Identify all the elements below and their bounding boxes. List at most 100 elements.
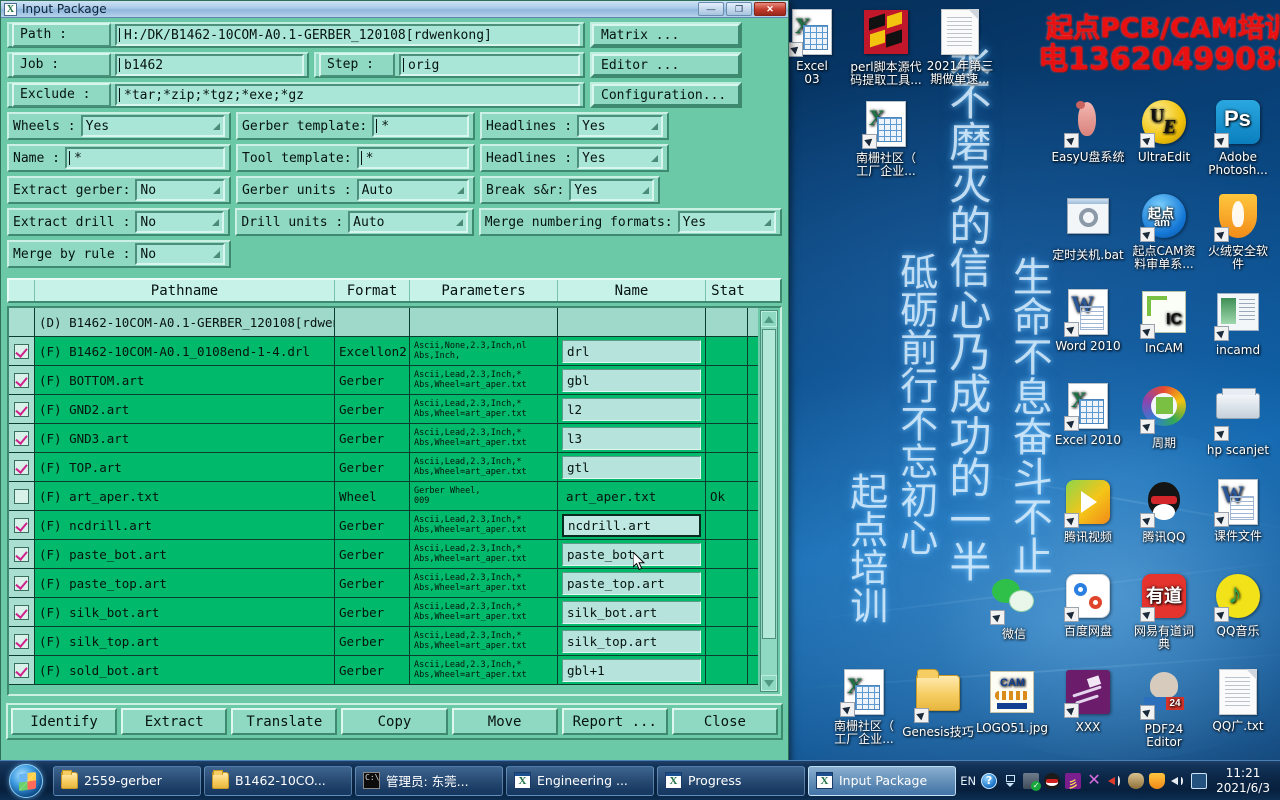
cell-pathname[interactable]: (F) B1462-10COM-A0.1_0108end-1-4.drl xyxy=(35,337,335,365)
desktop-icon[interactable]: U E UltraEdit xyxy=(1122,98,1206,164)
table-body-viewport[interactable]: (D) B1462-10COM-A0.1-GERBER_120108[rdwen… xyxy=(7,306,782,696)
cell-format[interactable] xyxy=(335,308,410,336)
huorong-security-icon[interactable] xyxy=(1149,772,1166,789)
taskbar-item[interactable]: 2559-gerber xyxy=(53,765,201,796)
drill-units-select[interactable]: Auto xyxy=(348,211,468,233)
column-header-name[interactable]: Name xyxy=(558,280,706,301)
cell-format[interactable]: Gerber xyxy=(335,424,410,452)
x-close-icon[interactable]: ✕ xyxy=(1086,771,1102,789)
tray-language-indicator[interactable]: EN xyxy=(960,774,976,788)
cell-pathname[interactable]: (F) silk_top.art xyxy=(35,627,335,655)
taskbar-item[interactable]: X Progress xyxy=(657,765,805,796)
extract-gerber-select[interactable]: No xyxy=(135,179,225,201)
column-header-parameters[interactable]: Parameters xyxy=(410,280,558,301)
cell-pathname[interactable]: (F) BOTTOM.art xyxy=(35,366,335,394)
table-row[interactable]: (F) sold_bot.art Gerber Ascii,Lead,2.3,Inc… xyxy=(9,656,758,685)
name-input[interactable]: paste_bot.art xyxy=(562,542,701,566)
cell-format[interactable]: Gerber xyxy=(335,366,410,394)
cell-pathname[interactable]: (F) GND2.art xyxy=(35,395,335,423)
identify-button[interactable]: Identify xyxy=(11,708,118,735)
cell-name[interactable]: ncdrill.art xyxy=(558,511,706,539)
cell-pathname[interactable]: (F) sold_bot.art xyxy=(35,656,335,684)
row-checkbox[interactable] xyxy=(14,430,29,446)
name-input[interactable]: drl xyxy=(562,339,701,363)
gerber-template-input[interactable]: * xyxy=(372,115,469,137)
move-button[interactable]: Move xyxy=(451,708,558,735)
name-input[interactable]: gbl xyxy=(562,368,701,392)
name-input[interactable]: paste_top.art xyxy=(562,571,701,595)
overflow-icon[interactable] xyxy=(1002,773,1018,789)
desktop-icon[interactable]: X南栅社区（工厂企业... xyxy=(844,100,928,178)
cell-parameters[interactable]: Ascii,Lead,2.3,Inch,* Abs,Wheel=art_aper… xyxy=(410,627,558,655)
cell-pathname[interactable]: (F) paste_bot.art xyxy=(35,540,335,568)
table-row[interactable]: (F) ncdrill.art Gerber Ascii,Lead,2.3,Inch… xyxy=(9,511,758,540)
row-checkbox[interactable] xyxy=(14,546,29,562)
table-row[interactable]: (F) BOTTOM.art Gerber Ascii,Lead,2.3,Inch,… xyxy=(9,366,758,395)
wheels-select[interactable]: Yes xyxy=(80,115,225,137)
cell-format[interactable]: Gerber xyxy=(335,511,410,539)
headlines-select-2[interactable]: Yes xyxy=(577,147,663,169)
taskbar-item[interactable]: X Input Package xyxy=(808,765,956,796)
column-header-pathname[interactable]: Pathname xyxy=(35,280,335,301)
cell-format[interactable]: Gerber xyxy=(335,569,410,597)
name-input[interactable]: silk_top.art xyxy=(562,629,701,653)
desktop-icon[interactable]: CAM LOGO51.jpg xyxy=(970,668,1054,735)
desktop-icon[interactable]: 腾讯视频 xyxy=(1046,478,1130,544)
start-button[interactable] xyxy=(2,763,50,799)
cell-pathname[interactable]: (D) B1462-10COM-A0.1-GERBER_120108[rdwen xyxy=(35,308,335,336)
desktop-icon[interactable]: Ps Adobe Photosh... xyxy=(1196,98,1280,177)
desktop-icon[interactable]: 有道 网易有道词典 xyxy=(1122,572,1206,651)
mouse-cursor-tray-icon[interactable] xyxy=(1128,772,1145,789)
column-header-format[interactable]: Format xyxy=(335,280,410,301)
taskbar-item[interactable]: X Engineering ... xyxy=(506,765,654,796)
name-input[interactable]: silk_bot.art xyxy=(562,600,701,624)
row-checkbox-cell[interactable] xyxy=(9,627,35,655)
row-checkbox-cell[interactable] xyxy=(9,482,35,510)
cell-parameters[interactable]: Ascii,Lead,2.3,Inch,* Abs,Wheel=art_aper… xyxy=(410,511,558,539)
column-header-stat[interactable]: Stat xyxy=(706,280,750,301)
row-checkbox-cell[interactable] xyxy=(9,598,35,626)
cell-pathname[interactable]: (F) art_aper.txt xyxy=(35,482,335,510)
desktop-icon[interactable]: 2021年第三 期做单速... xyxy=(918,8,1002,86)
table-row[interactable]: (F) TOP.art Gerber Ascii,Lead,2.3,Inch,* A… xyxy=(9,453,758,482)
row-checkbox-cell[interactable] xyxy=(9,569,35,597)
row-checkbox[interactable] xyxy=(14,517,29,533)
cell-name[interactable] xyxy=(558,308,706,336)
cell-pathname[interactable]: (F) GND3.art xyxy=(35,424,335,452)
gerber-units-select[interactable]: Auto xyxy=(356,179,469,201)
cell-parameters[interactable]: Ascii,Lead,2.3,Inch,* Abs,Wheel=art_aper… xyxy=(410,366,558,394)
step-input[interactable]: orig xyxy=(399,54,580,76)
row-checkbox-cell[interactable] xyxy=(9,656,35,684)
input-package-window[interactable]: X Input Package — ❐ ✕ Path : H:/DK/B1462… xyxy=(0,0,789,765)
cell-parameters[interactable]: Ascii,None,2.3,Inch,nl Abs,Inch, xyxy=(410,337,558,365)
system-tray[interactable]: EN ? ✓ 彡 ✕ 11:21 2021/6/3 xyxy=(960,761,1280,800)
cell-parameters[interactable]: Ascii,Lead,2.3,Inch,* Abs,Wheel=art_aper… xyxy=(410,453,558,481)
desktop-icon[interactable]: 百度网盘 xyxy=(1046,572,1130,638)
scroll-down-icon[interactable] xyxy=(761,675,777,691)
row-checkbox-cell[interactable] xyxy=(9,395,35,423)
cell-parameters[interactable]: Ascii,Lead,2.3,Inch,* Abs,Wheel=art_aper… xyxy=(410,598,558,626)
desktop-icon[interactable]: hp scanjet xyxy=(1196,382,1280,457)
tool-template-input[interactable]: * xyxy=(356,147,469,169)
matrix-button[interactable]: Matrix ... xyxy=(592,24,740,46)
row-checkbox[interactable] xyxy=(14,662,29,678)
cell-format[interactable]: Gerber xyxy=(335,656,410,684)
cell-pathname[interactable]: (F) paste_top.art xyxy=(35,569,335,597)
maximize-button[interactable]: ❐ xyxy=(726,2,752,16)
editor-button[interactable]: Editor ... xyxy=(592,54,740,76)
cell-format[interactable]: Gerber xyxy=(335,540,410,568)
row-checkbox-cell[interactable] xyxy=(9,453,35,481)
volume-icon[interactable] xyxy=(1107,773,1123,789)
cell-name[interactable]: gbl xyxy=(558,366,706,394)
taskbar-item[interactable]: B1462-10CO... xyxy=(204,765,352,796)
help-icon[interactable]: ? xyxy=(981,772,998,789)
cell-name[interactable]: paste_top.art xyxy=(558,569,706,597)
desktop-icon[interactable]: XXX xyxy=(1046,668,1130,734)
row-checkbox-cell[interactable] xyxy=(9,540,35,568)
cell-name[interactable]: gbl+1 xyxy=(558,656,706,684)
cell-pathname[interactable]: (F) TOP.art xyxy=(35,453,335,481)
cell-format[interactable]: Gerber xyxy=(335,627,410,655)
merge-numbering-select[interactable]: Yes xyxy=(677,211,776,233)
desktop-icon[interactable]: 定时关机.bat xyxy=(1046,192,1130,262)
cell-name[interactable]: l2 xyxy=(558,395,706,423)
